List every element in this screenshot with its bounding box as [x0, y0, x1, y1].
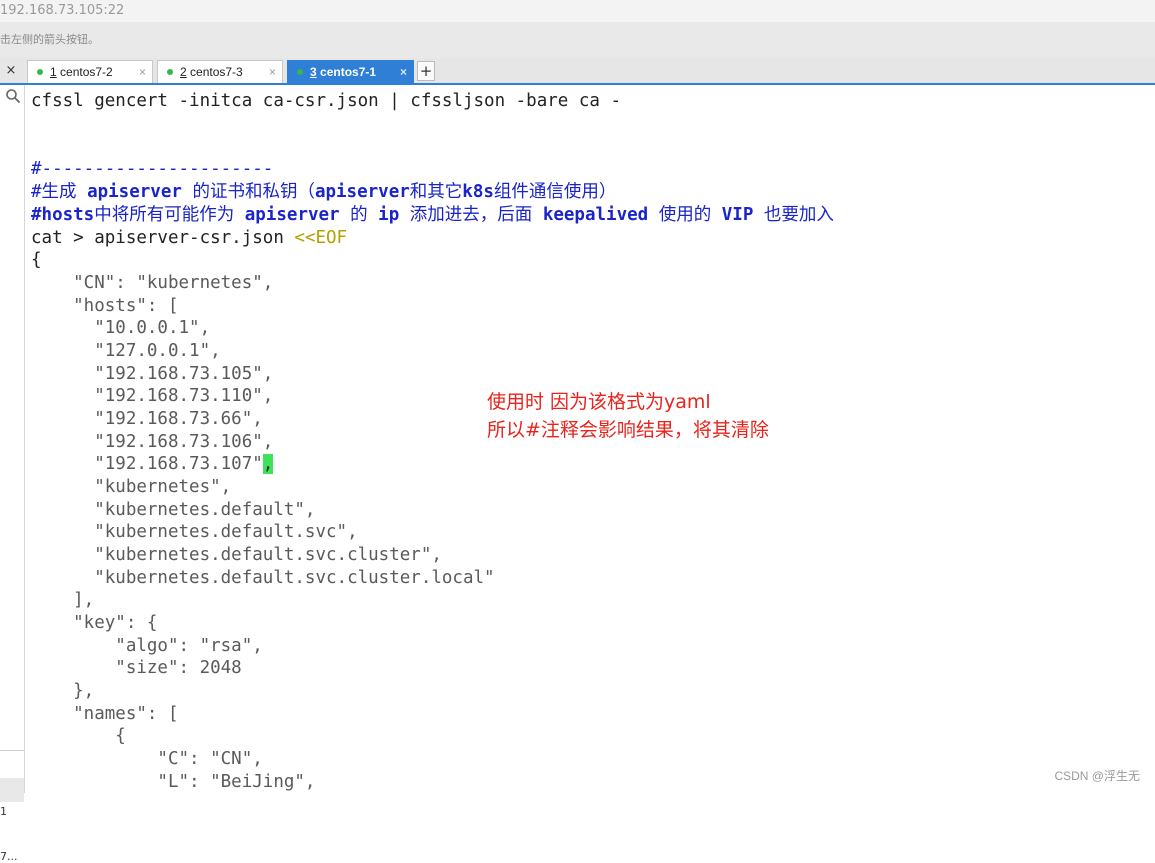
tab-centos7-1[interactable]: 3 centos7-1 ×	[287, 60, 414, 83]
terminal-line: "10.0.0.1",	[31, 318, 211, 338]
terminal-line: "size": 2048	[31, 658, 242, 678]
annotation-line: 所以#注释会影响结果，将其清除	[487, 419, 769, 441]
session-sidebar: 1 7...	[0, 85, 25, 863]
connected-status-icon	[37, 69, 43, 75]
terminal-line: "192.168.73.107",	[31, 454, 274, 474]
tab-centos7-2[interactable]: 1 centos7-2 ×	[27, 60, 153, 83]
session-tab-bar: × 1 centos7-2 × 2 centos7-3 × 3 centos7-…	[0, 58, 1155, 85]
red-annotation-note: 使用时 因为该格式为yaml 所以#注释会影响结果，将其清除	[487, 388, 769, 444]
terminal-line: "key": {	[31, 613, 158, 633]
tab-centos7-3[interactable]: 2 centos7-3 ×	[157, 60, 283, 83]
connected-status-icon	[297, 69, 303, 75]
tab-close-icon[interactable]: ×	[269, 61, 276, 84]
terminal-line: "192.168.73.106",	[31, 432, 274, 452]
terminal-line: "192.168.73.110",	[31, 386, 274, 406]
close-panel-icon[interactable]: ×	[0, 58, 22, 83]
terminal-line: #生成 apiserver 的证书和私钥（apiserver和其它k8s组件通信…	[31, 182, 617, 202]
terminal-line: "192.168.73.105",	[31, 364, 274, 384]
terminal-line: },	[31, 681, 95, 701]
search-icon[interactable]	[5, 88, 21, 104]
add-tab-button[interactable]: +	[417, 61, 435, 81]
terminal-line: "kubernetes",	[31, 477, 232, 497]
hint-text: 击左侧的箭头按钮。	[0, 33, 99, 46]
annotation-line: 使用时 因为该格式为yaml	[487, 391, 711, 413]
tab-close-icon[interactable]: ×	[400, 61, 407, 84]
terminal-line: "CN": "kubernetes",	[31, 273, 274, 293]
terminal-line: {	[31, 726, 126, 746]
tab-close-icon[interactable]: ×	[139, 61, 146, 84]
terminal-line: #hosts中将所有可能作为 apiserver 的 ip 添加进去，后面 ke…	[31, 205, 834, 225]
terminal-line: "192.168.73.66",	[31, 409, 263, 429]
terminal-line: "C": "CN",	[31, 749, 263, 769]
tab-label: 1 centos7-2	[50, 65, 113, 79]
terminal-line: {	[31, 250, 42, 270]
terminal-line: cat > apiserver-csr.json <<EOF	[31, 228, 348, 248]
sidebar-item[interactable]: 7...	[0, 850, 18, 863]
terminal-line: "algo": "rsa",	[31, 636, 263, 656]
tab-label: 3 centos7-1	[310, 65, 377, 79]
terminal-line: "L": "BeiJing",	[31, 772, 316, 792]
window-title: 192.168.73.105:22	[0, 3, 125, 18]
terminal-cursor: ,	[262, 454, 274, 474]
terminal-line: "kubernetes.default",	[31, 500, 316, 520]
terminal-line: #----------------------	[31, 159, 274, 179]
terminal-line: ],	[31, 590, 95, 610]
terminal-line: "127.0.0.1",	[31, 341, 221, 361]
sidebar-divider	[0, 750, 24, 751]
terminal-line: "kubernetes.default.svc.cluster",	[31, 545, 442, 565]
terminal-line: "kubernetes.default.svc",	[31, 522, 358, 542]
terminal-line: cfssl gencert -initca ca-csr.json | cfss…	[31, 91, 622, 111]
terminal-line: "names": [	[31, 704, 179, 724]
tab-label: 2 centos7-3	[180, 65, 243, 79]
terminal-line: "hosts": [	[31, 296, 179, 316]
connected-status-icon	[167, 69, 173, 75]
window-title-bar: 192.168.73.105:22	[0, 0, 1155, 22]
hint-bar: 击左侧的箭头按钮。	[0, 22, 1155, 58]
terminal-line: "kubernetes.default.svc.cluster.local"	[31, 568, 495, 588]
sidebar-selected-item[interactable]	[0, 778, 24, 802]
sidebar-item[interactable]: 1	[0, 805, 7, 818]
csdn-watermark: CSDN @浮生无	[1054, 769, 1140, 783]
